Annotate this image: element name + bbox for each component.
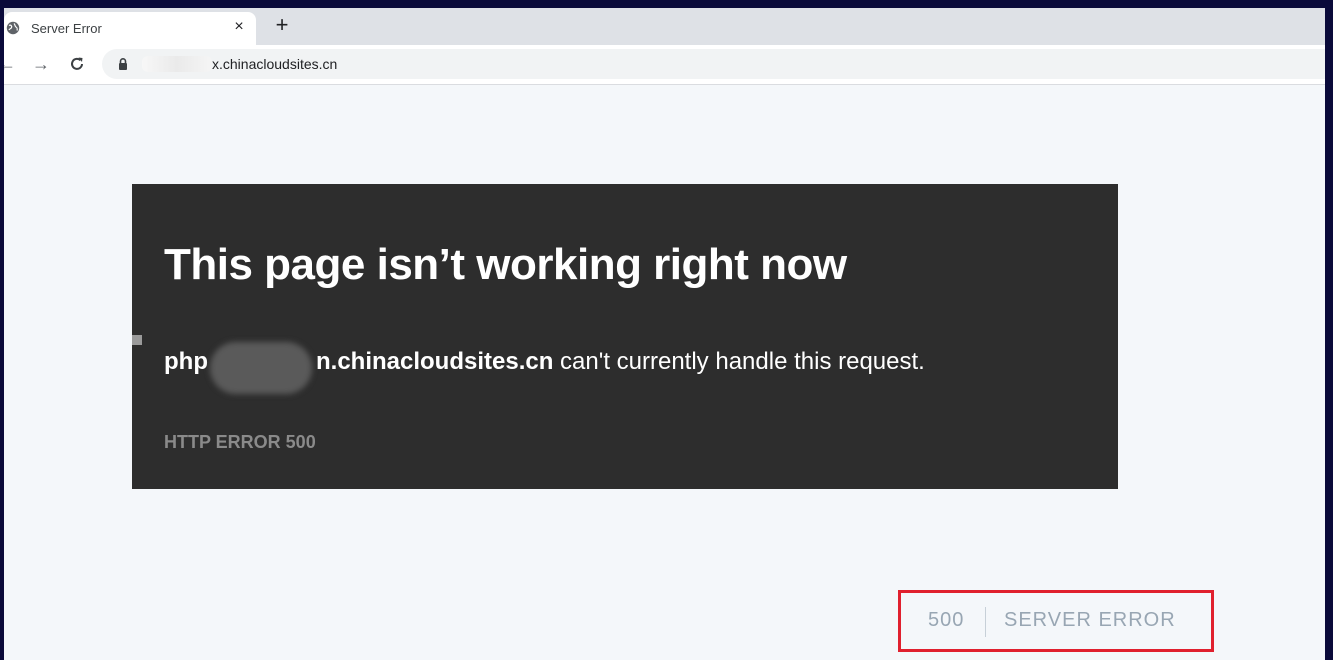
error-code: HTTP ERROR 500 [164,432,316,452]
browser-window: Server Error × + ← → x.chinacloudsites.c… [4,8,1325,660]
redaction-blur [210,342,312,394]
host-suffix: n.chinacloudsites.cn [315,348,554,375]
status-text: SERVER ERROR [1004,609,1176,631]
address-bar[interactable]: x.chinacloudsites.cn [102,49,1325,79]
status-highlight-box: 500 SERVER ERROR [898,590,1214,652]
reload-icon[interactable] [66,53,88,75]
tab-strip: Server Error × + [4,8,1325,45]
url-text: x.chinacloudsites.cn [212,56,338,72]
panel-handle [132,335,142,345]
host-prefix: php [164,348,208,375]
error-heading: This page isn’t working right now [164,240,847,289]
lock-icon [117,57,129,71]
status-divider [985,607,986,637]
globe-icon [6,21,20,35]
forward-arrow-icon[interactable]: → [30,53,52,75]
tab-server-error[interactable]: Server Error × [4,12,256,45]
back-arrow-icon[interactable]: ← [4,53,18,75]
new-tab-button[interactable]: + [270,14,294,38]
page-content: This page isn’t working right now php n.c… [4,85,1325,660]
error-panel: This page isn’t working right now php n.c… [132,184,1118,489]
message-text: can't currently handle this request. [553,348,925,375]
browser-toolbar: ← → x.chinacloudsites.cn [4,45,1325,85]
tab-title: Server Error [31,21,102,36]
redacted-url-segment [142,56,212,72]
close-icon[interactable]: × [230,18,248,36]
status-code: 500 [928,609,965,631]
